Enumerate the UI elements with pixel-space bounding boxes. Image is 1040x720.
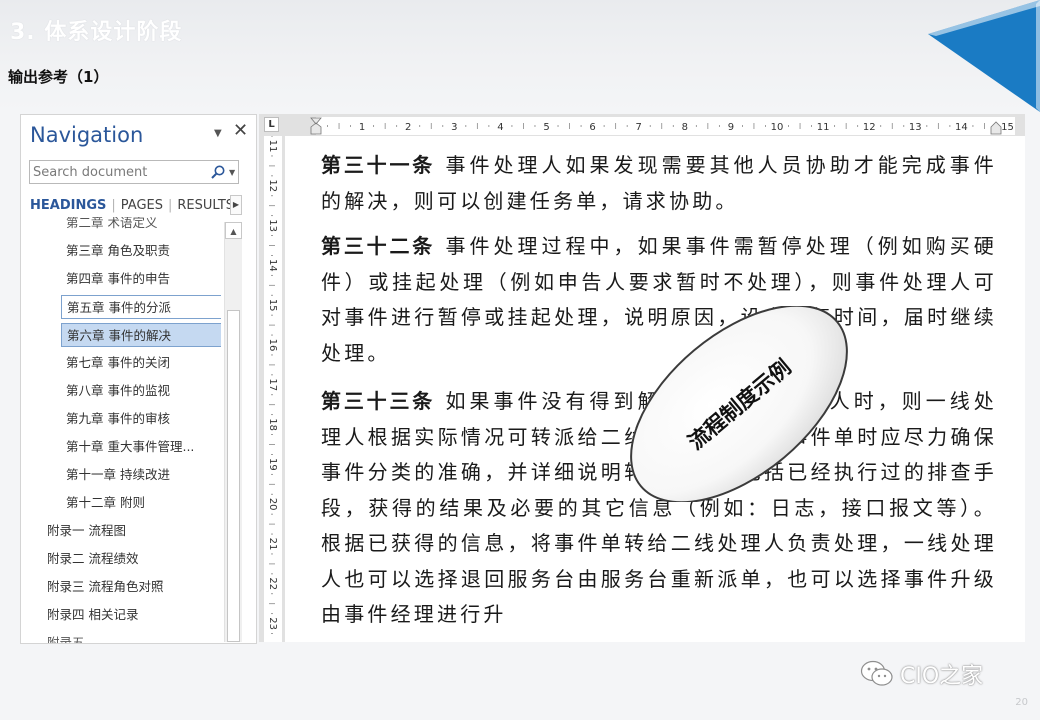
navigation-scrollbar[interactable]: ▲: [224, 222, 242, 642]
article-33-number: 第三十三条: [321, 389, 436, 413]
ruler-label: 13: [909, 122, 922, 133]
ruler-label: 3: [451, 122, 457, 133]
ruler-label: 13: [267, 219, 278, 232]
search-input[interactable]: [33, 163, 203, 181]
heading-item[interactable]: 附录一 流程图: [42, 519, 221, 543]
close-icon[interactable]: ✕: [233, 120, 248, 141]
corner-triangle-decoration: [928, 0, 1040, 112]
heading-item[interactable]: 附录四 相关记录: [42, 603, 221, 627]
watermark-text: CIO之家: [900, 664, 984, 689]
ruler-label: 11: [267, 140, 278, 153]
horizontal-ruler[interactable]: 1 2 3 4 5 6 7 8 9 10 11 12 13 14 15: [284, 117, 1025, 135]
heading-item[interactable]: 第七章 事件的关闭: [61, 351, 221, 375]
process-example-callout: 流程制度示例: [630, 306, 848, 502]
article-32-number: 第三十二条: [321, 234, 436, 258]
navigation-pane: Navigation ▼ ✕ ▼ HEADINGS | PAGES | RESU…: [20, 114, 257, 644]
left-indent-marker[interactable]: [310, 117, 322, 135]
scroll-up-icon[interactable]: ▲: [225, 222, 242, 239]
headings-list: 第二章 术语定义第三章 角色及职责 第四章 事件的申告 第五章 事件的分派 第六章 事…: [21, 217, 221, 643]
ruler-label: 15: [267, 299, 278, 312]
navigation-title: Navigation: [30, 123, 144, 147]
ruler-label: 7: [636, 122, 642, 133]
ruler-label: 12: [267, 179, 278, 192]
ruler-label: 14: [955, 122, 968, 133]
heading-item[interactable]: 第十章 重大事件管理...: [61, 435, 221, 459]
heading-item[interactable]: 附录三 流程角色对照: [42, 575, 221, 599]
scroll-thumb[interactable]: [227, 310, 240, 642]
ruler-label: 15: [1001, 122, 1014, 133]
tab-pages[interactable]: PAGES: [116, 198, 168, 213]
ruler-label: 10: [771, 122, 784, 133]
heading-item[interactable]: 附录五 ...: [42, 631, 221, 643]
tab-headings[interactable]: HEADINGS: [30, 198, 111, 213]
ruler-label: 18: [267, 418, 278, 431]
ruler-label: 5: [543, 122, 549, 133]
heading-item[interactable]: 第九章 事件的审核: [61, 407, 221, 431]
ruler-label: 21: [267, 538, 278, 551]
slide-title: 3. 体系设计阶段: [10, 20, 183, 45]
ruler-label: 1: [359, 122, 365, 133]
heading-item[interactable]: 第五章 事件的分派: [61, 295, 221, 319]
slide-subtitle: 输出参考（1）: [8, 68, 109, 86]
ruler-label: 8: [682, 122, 688, 133]
ruler-label: 16: [267, 339, 278, 352]
page-number: 20: [1015, 697, 1028, 708]
ruler-label: 6: [589, 122, 595, 133]
heading-item[interactable]: 第十二章 附则: [61, 491, 221, 515]
ruler-label: 14: [267, 259, 278, 272]
tab-stop-selector[interactable]: L: [264, 117, 279, 132]
heading-item[interactable]: 第二章 术语定义: [61, 217, 221, 235]
ruler-label: 2: [405, 122, 411, 133]
wechat-icon: [860, 660, 893, 686]
ruler-label: 23: [267, 617, 278, 630]
ruler-label: 11: [817, 122, 830, 133]
search-icon[interactable]: [210, 164, 226, 180]
ruler-label: 4: [497, 122, 503, 133]
heading-item[interactable]: 第三章 角色及职责: [61, 239, 221, 263]
navigation-tabs: HEADINGS | PAGES | RESULTS: [30, 195, 250, 215]
pane-options-icon[interactable]: ▼: [214, 128, 222, 139]
heading-item[interactable]: 第十一章 持续改进: [61, 463, 221, 487]
article-31-paragraph: 第三十一条 事件处理人如果发现需要其他人员协助才能完成事件的解决，则可以创建任务…: [321, 148, 997, 219]
ruler-label: 9: [728, 122, 734, 133]
ruler-label: 12: [863, 122, 876, 133]
ruler-label: 17: [267, 378, 278, 391]
ruler-label: 22: [267, 577, 278, 590]
search-box: ▼: [29, 160, 239, 184]
heading-item[interactable]: 第八章 事件的监视: [61, 379, 221, 403]
ruler-label: 20: [267, 498, 278, 511]
tab-scroll-right-icon[interactable]: ▶: [230, 195, 242, 215]
heading-item[interactable]: 第六章 事件的解决: [61, 323, 221, 347]
watermark: CIO之家: [860, 658, 983, 690]
article-31-number: 第三十一条: [321, 153, 436, 177]
vertical-ruler[interactable]: 1112131415161718192021222324: [264, 136, 282, 642]
heading-item[interactable]: 附录二 流程绩效: [42, 547, 221, 571]
ruler-label: 19: [267, 458, 278, 471]
heading-item[interactable]: 第四章 事件的申告: [61, 267, 221, 291]
search-options-icon[interactable]: ▼: [229, 168, 235, 177]
